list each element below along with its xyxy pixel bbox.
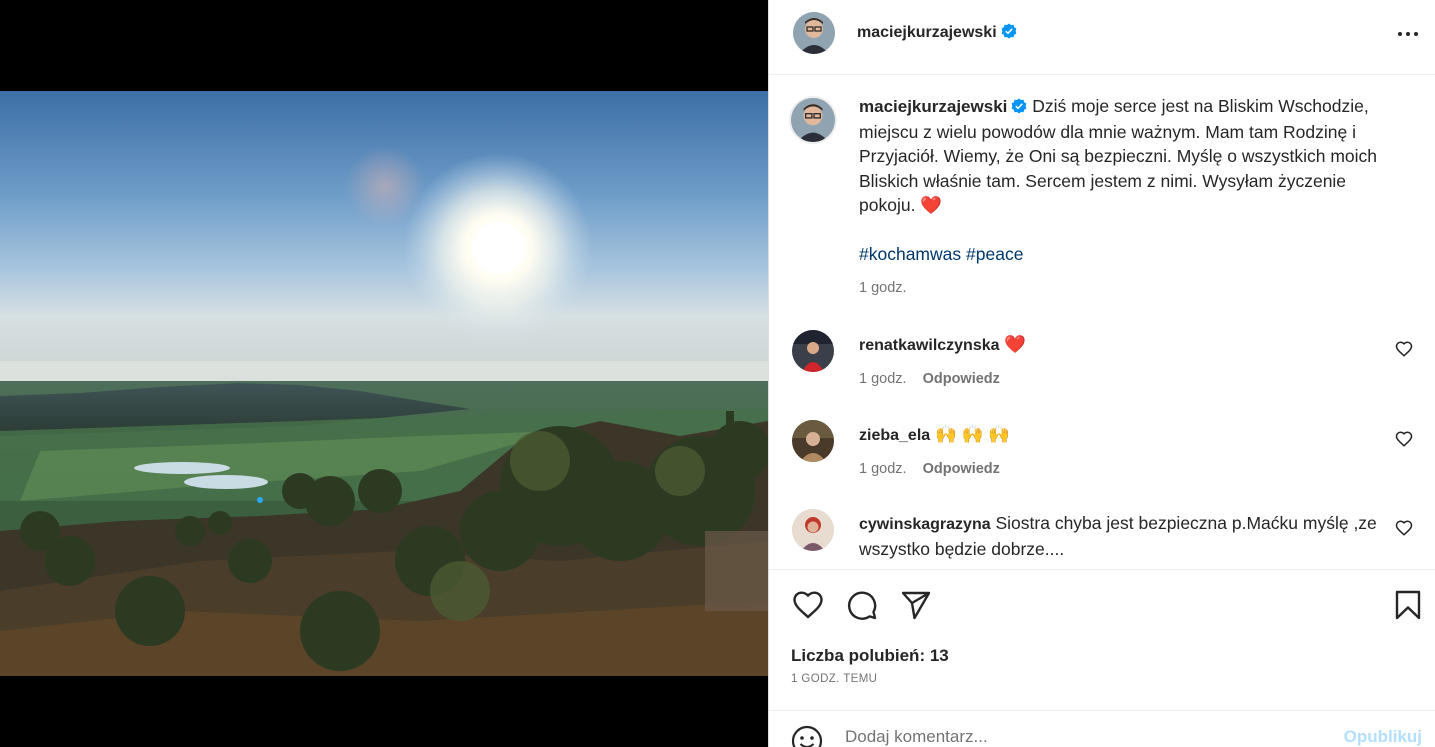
post-header: maciejkurzajewski — [769, 0, 1435, 75]
comment-like-heart-icon[interactable] — [1395, 430, 1413, 448]
post-media — [0, 0, 768, 747]
caption-body: maciejkurzajewski Dziś moje serce jest n… — [859, 94, 1379, 301]
post-side-panel: maciejkurzajewski maciejkurzajewski Dziś… — [768, 0, 1435, 747]
reply-button[interactable]: Odpowiedz — [923, 371, 1000, 387]
post-photo[interactable] — [0, 91, 768, 676]
verified-badge-icon — [1001, 23, 1017, 39]
commenter-avatar[interactable] — [792, 330, 834, 372]
caption-hashtags: #kochamwas #peace — [859, 242, 1379, 267]
avatar-image — [793, 12, 835, 54]
comment-item: cywinskagrazyna Siostra chyba jest bezpi… — [789, 509, 1429, 562]
comment-button[interactable] — [845, 588, 879, 622]
add-comment-bar: Opublikuj — [769, 710, 1435, 747]
comment-username[interactable]: zieba_ela — [859, 427, 930, 444]
avatar-image — [792, 509, 834, 551]
heart-icon — [793, 591, 823, 619]
hashtag-kochamwas[interactable]: #kochamwas — [859, 244, 961, 264]
caption-emoji: ❤️ — [920, 195, 943, 215]
comment-body: zieba_ela 🙌 🙌 🙌 1 godz. Odpowiedz — [859, 422, 1379, 482]
verified-badge-icon — [1011, 98, 1027, 114]
post-actions: Liczba polubień: 13 1 GODZ. TEMU Opublik… — [769, 569, 1435, 747]
comment-like-heart-icon[interactable] — [1395, 519, 1413, 537]
header-username[interactable]: maciejkurzajewski — [857, 23, 1017, 42]
comment-time[interactable]: 1 godz. — [859, 461, 907, 477]
share-button[interactable] — [899, 588, 933, 622]
comment-meta: 1 godz. Odpowiedz — [859, 457, 1379, 482]
landscape-image — [0, 91, 768, 676]
post-caption: maciejkurzajewski Dziś moje serce jest n… — [789, 94, 1409, 301]
emoji-button[interactable] — [791, 725, 823, 747]
likes-count[interactable]: Liczba polubień: 13 — [791, 646, 949, 666]
comment-username[interactable]: renatkawilczynska — [859, 337, 1000, 354]
send-paper-plane-icon — [901, 591, 931, 620]
comment-bubble-icon — [847, 591, 877, 620]
comment-time[interactable]: 1 godz. — [859, 371, 907, 387]
avatar-image — [792, 330, 834, 372]
author-avatar[interactable] — [793, 12, 835, 54]
comment-input[interactable] — [845, 725, 1285, 747]
like-button[interactable] — [791, 588, 825, 622]
comment-username[interactable]: cywinskagrazyna — [859, 516, 991, 533]
comment-like-heart-icon[interactable] — [1395, 340, 1413, 358]
hashtag-peace[interactable]: #peace — [966, 244, 1023, 264]
comment-meta: 1 godz. Odpowiedz — [859, 367, 1379, 392]
comment-body: cywinskagrazyna Siostra chyba jest bezpi… — [859, 511, 1379, 562]
caption-avatar[interactable] — [789, 96, 837, 144]
avatar-image — [791, 98, 835, 142]
caption-username[interactable]: maciejkurzajewski — [859, 97, 1007, 116]
reply-button[interactable]: Odpowiedz — [923, 461, 1000, 477]
caption-time[interactable]: 1 godz. — [859, 276, 1379, 301]
emoji-smiley-icon — [791, 725, 823, 747]
more-horizontal-icon — [1398, 32, 1418, 36]
commenter-avatar[interactable] — [792, 420, 834, 462]
publish-button[interactable]: Opublikuj — [1344, 727, 1422, 747]
more-options-button[interactable] — [1396, 24, 1420, 44]
comments-section[interactable]: maciejkurzajewski Dziś moje serce jest n… — [769, 76, 1435, 569]
comment-text: ❤️ — [1004, 334, 1027, 354]
commenter-avatar[interactable] — [792, 509, 834, 551]
comment-text: 🙌 🙌 🙌 — [935, 424, 1011, 444]
post-date[interactable]: 1 GODZ. TEMU — [791, 673, 877, 685]
bookmark-icon — [1395, 590, 1421, 620]
avatar-image — [792, 420, 834, 462]
header-username-text[interactable]: maciejkurzajewski — [857, 24, 997, 41]
comment-item: zieba_ela 🙌 🙌 🙌 1 godz. Odpowiedz — [789, 420, 1429, 482]
save-button[interactable] — [1391, 588, 1425, 622]
comment-body: renatkawilczynska ❤️ 1 godz. Odpowiedz — [859, 332, 1379, 392]
comment-item: renatkawilczynska ❤️ 1 godz. Odpowiedz — [789, 330, 1429, 392]
